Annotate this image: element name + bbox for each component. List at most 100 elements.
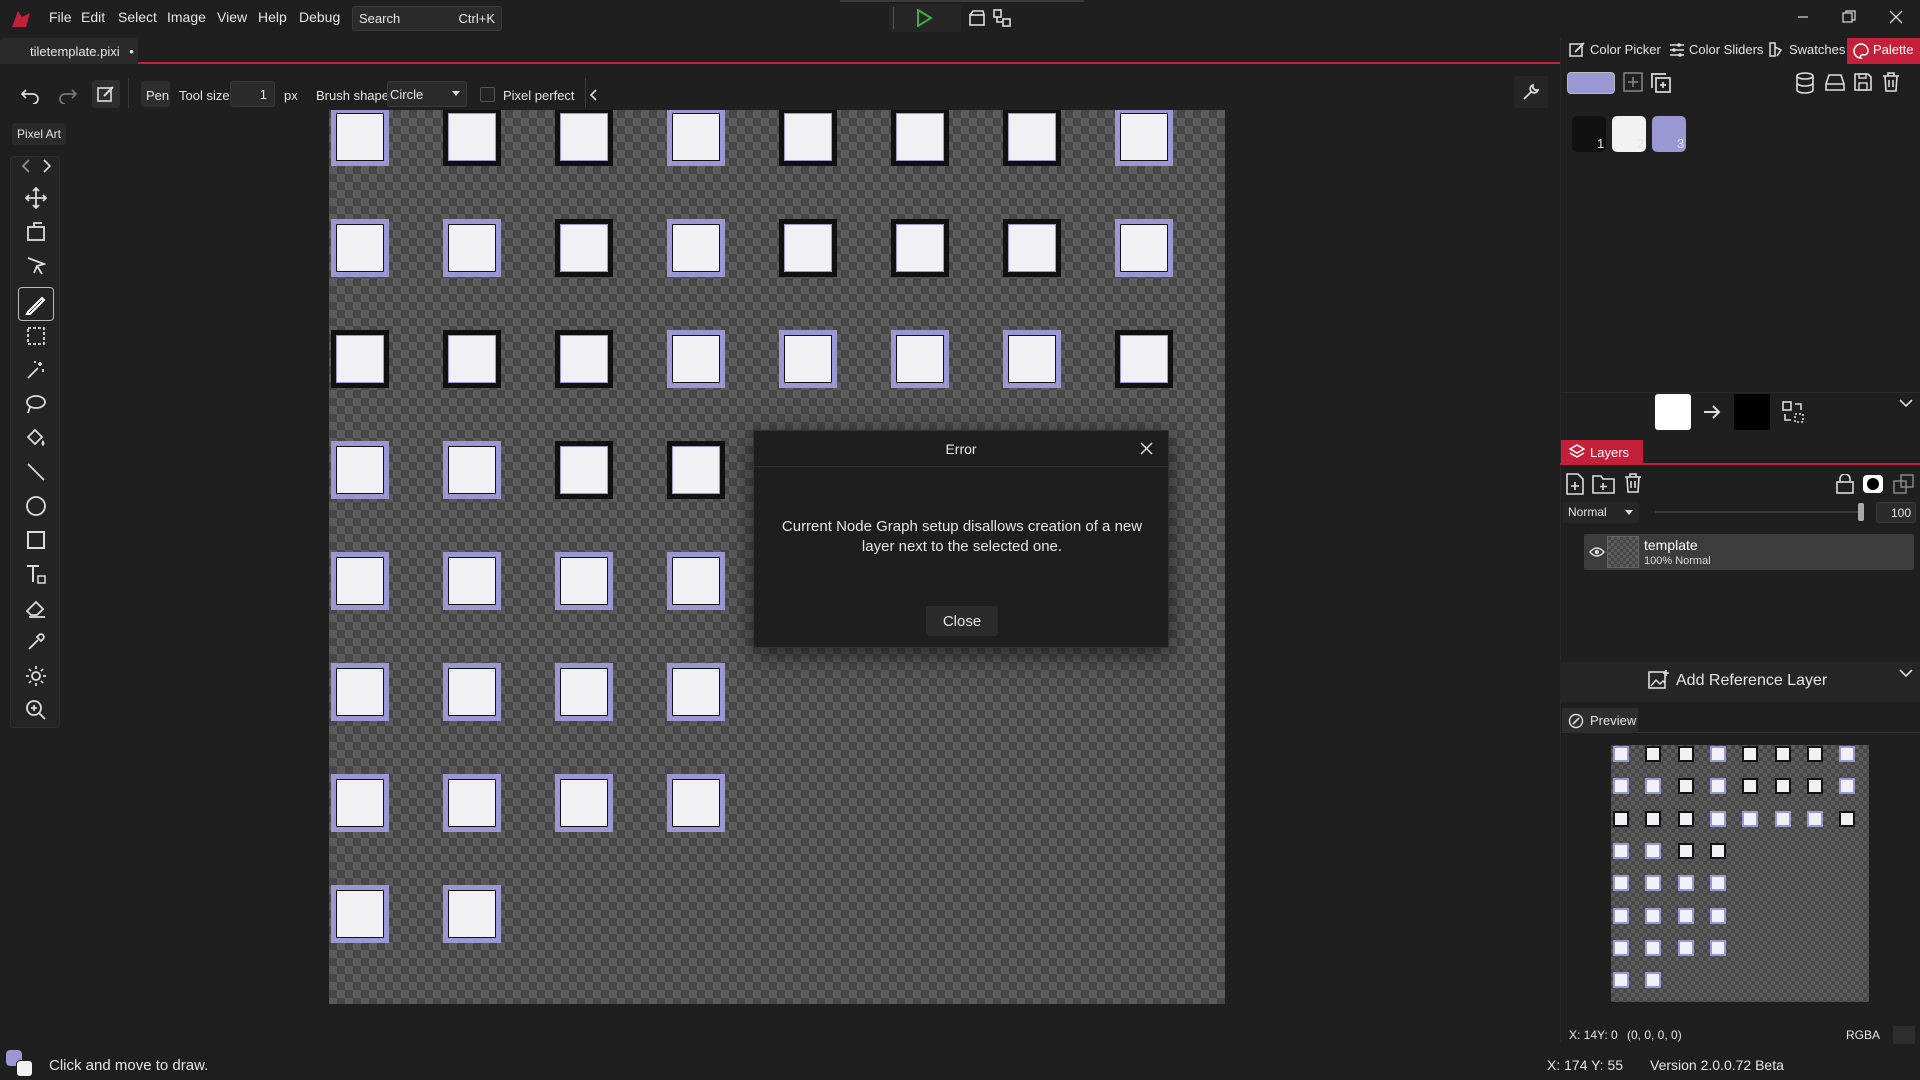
- tile: [443, 552, 501, 610]
- add-color-icon[interactable]: [1623, 72, 1643, 92]
- opacity-field[interactable]: 100: [1876, 502, 1916, 523]
- tool-size-field[interactable]: 1: [230, 81, 275, 107]
- new-folder-icon[interactable]: [1592, 473, 1616, 495]
- replace-color-icon[interactable]: [1782, 401, 1804, 423]
- opacity-slider-handle[interactable]: [1858, 503, 1864, 521]
- swap-from-color[interactable]: [1655, 394, 1691, 430]
- preview-tab-label: Preview: [1590, 713, 1637, 728]
- delete-layer-icon[interactable]: [1624, 473, 1642, 493]
- edit-mode-button[interactable]: [92, 80, 120, 108]
- select-arrow-icon[interactable]: [23, 253, 49, 279]
- pixel-perfect-label: Pixel perfect: [503, 88, 575, 103]
- palette-swatch-2[interactable]: 2: [1612, 116, 1648, 154]
- close-icon[interactable]: [1140, 442, 1153, 455]
- lasso-icon[interactable]: [23, 391, 49, 417]
- reference-chevron-icon[interactable]: [1899, 669, 1913, 678]
- pen-tool-icon[interactable]: [18, 287, 54, 321]
- color-picker-icon: [1569, 42, 1585, 58]
- preview-tile: [1677, 939, 1694, 956]
- menu-image[interactable]: Image: [167, 9, 206, 25]
- paint-bucket-icon[interactable]: [23, 425, 49, 451]
- arrow-right-icon: [1703, 403, 1721, 421]
- tab-palette-label: Palette: [1873, 42, 1914, 57]
- blend-caret-icon: [1625, 510, 1633, 516]
- minimize-icon[interactable]: [1796, 9, 1810, 25]
- mask-icon[interactable]: [1862, 474, 1884, 494]
- menu-help[interactable]: Help: [258, 9, 287, 25]
- layer-row[interactable]: template 100% Normal: [1584, 534, 1914, 570]
- tab-swatches[interactable]: Swatches: [1789, 42, 1845, 57]
- layers-tab[interactable]: Layers: [1561, 440, 1643, 465]
- eraser-icon[interactable]: [23, 595, 49, 621]
- title-center-line: [840, 0, 1084, 2]
- eyedropper-icon[interactable]: [23, 629, 49, 655]
- database-icon[interactable]: [1795, 72, 1815, 94]
- ellipse-tool-icon[interactable]: [23, 493, 49, 519]
- new-layer-icon[interactable]: [1565, 473, 1585, 495]
- move-tool-icon[interactable]: [23, 185, 49, 211]
- move-viewport-icon[interactable]: [23, 219, 49, 245]
- palette-swatch-3[interactable]: 3: [1652, 116, 1688, 154]
- menu-edit[interactable]: Edit: [81, 9, 105, 25]
- opacity-slider-track[interactable]: [1655, 511, 1860, 513]
- tile: [555, 441, 613, 499]
- text-tool-icon[interactable]: [23, 561, 49, 587]
- preview-tab[interactable]: Preview: [1562, 708, 1638, 733]
- menu-file[interactable]: File: [49, 9, 72, 25]
- duplicate-color-icon[interactable]: [1650, 72, 1672, 94]
- settings-button[interactable]: [1514, 76, 1548, 108]
- chevron-right-icon[interactable]: [41, 159, 53, 173]
- tile: [667, 219, 725, 277]
- tile: [555, 552, 613, 610]
- close-window-icon[interactable]: [1889, 10, 1903, 24]
- document-tab[interactable]: tiletemplate.pixi •: [0, 38, 138, 64]
- drive-icon[interactable]: [1824, 72, 1846, 92]
- brightness-icon[interactable]: [23, 663, 49, 689]
- blend-mode-dropdown[interactable]: Normal: [1563, 502, 1639, 523]
- preview-tile: [1677, 746, 1694, 762]
- redo-icon[interactable]: [58, 86, 78, 104]
- magic-wand-icon[interactable]: [23, 357, 49, 383]
- clapper-icon[interactable]: [968, 9, 986, 27]
- preview-tile: [1806, 746, 1823, 762]
- dialog-close-button[interactable]: Close: [926, 606, 998, 636]
- node-graph-icon[interactable]: [993, 9, 1011, 27]
- collapse-chevron-icon[interactable]: [589, 89, 597, 101]
- undo-icon[interactable]: [20, 86, 40, 104]
- rectangle-select-icon[interactable]: [23, 323, 49, 349]
- preview-tile: [1645, 939, 1662, 956]
- menu-debug[interactable]: Debug: [299, 9, 340, 25]
- color-mode-label[interactable]: RGBA: [1846, 1028, 1880, 1042]
- sliders-icon: [1669, 43, 1685, 57]
- preview-tile: [1645, 842, 1662, 859]
- swap-to-color[interactable]: [1734, 394, 1770, 430]
- primary-color-swatch[interactable]: [1567, 72, 1615, 94]
- run-group: [889, 4, 961, 32]
- tab-color-sliders[interactable]: Color Sliders: [1689, 42, 1763, 57]
- preview-tile: [1677, 842, 1694, 859]
- lock-layer-icon[interactable]: [1835, 474, 1855, 494]
- line-tool-icon[interactable]: [23, 459, 49, 485]
- search-box[interactable]: Search Ctrl+K: [352, 6, 502, 31]
- eye-icon[interactable]: [1589, 545, 1605, 559]
- restore-icon[interactable]: [1842, 10, 1856, 24]
- add-reference-layer-button[interactable]: Add Reference Layer: [1676, 672, 1827, 690]
- zoom-icon[interactable]: [23, 697, 49, 723]
- play-icon[interactable]: [915, 9, 933, 27]
- merge-layers-icon[interactable]: [1893, 474, 1915, 494]
- tab-palette-active[interactable]: Palette: [1847, 38, 1920, 64]
- tab-color-picker[interactable]: Color Picker: [1590, 42, 1661, 57]
- pixel-perfect-checkbox[interactable]: [480, 87, 495, 102]
- error-dialog: Error Current Node Graph setup disallows…: [753, 430, 1169, 648]
- menu-view[interactable]: View: [217, 9, 247, 25]
- save-icon[interactable]: [1853, 72, 1873, 92]
- brush-shape-dropdown[interactable]: Circle: [387, 81, 467, 107]
- chevron-left-icon[interactable]: [20, 159, 32, 173]
- trash-icon[interactable]: [1882, 72, 1900, 92]
- expand-chevron-icon[interactable]: [1899, 399, 1913, 408]
- checker-toggle-icon[interactable]: [1893, 1026, 1915, 1044]
- palette-swatch-1[interactable]: 1: [1572, 116, 1608, 154]
- swatch-index-3: 3: [1677, 136, 1685, 151]
- rectangle-tool-icon[interactable]: [23, 527, 49, 553]
- menu-select[interactable]: Select: [118, 9, 157, 25]
